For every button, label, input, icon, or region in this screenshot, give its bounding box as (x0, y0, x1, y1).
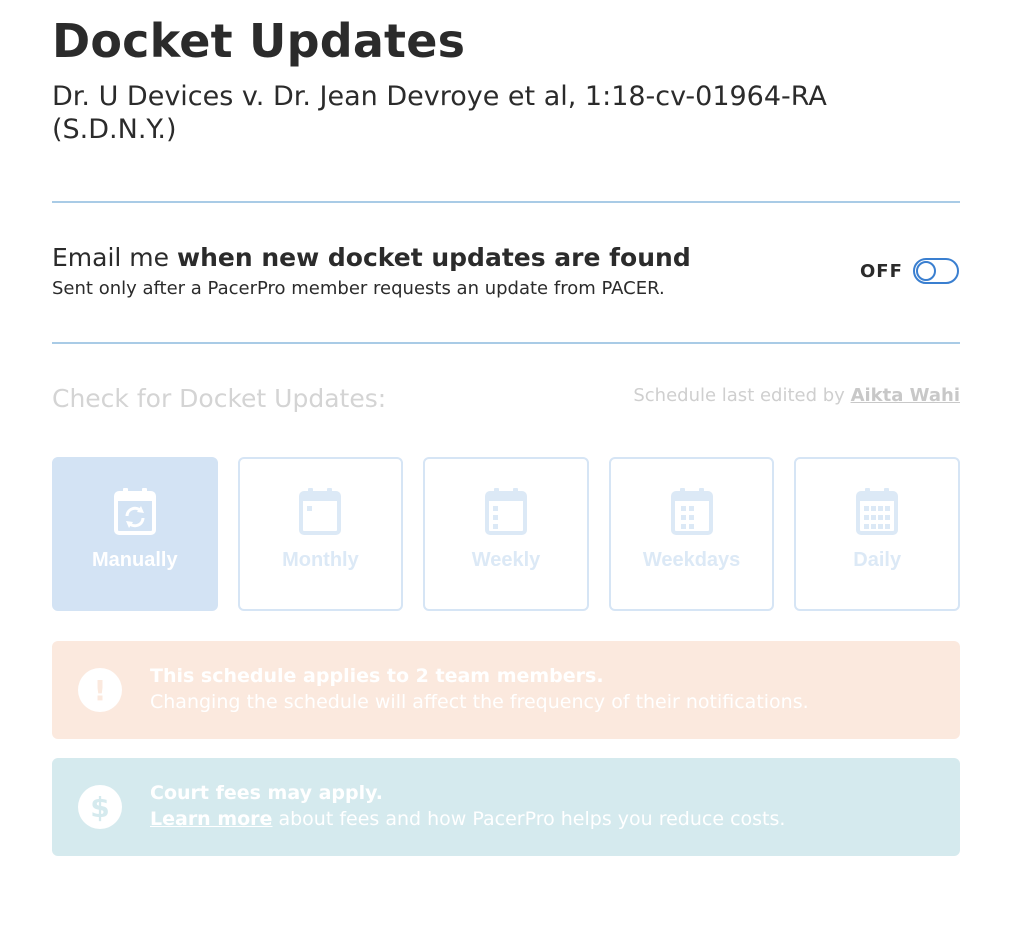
schedule-option-label: Manually (92, 549, 178, 571)
schedule-heading: Check for Docket Updates: (52, 384, 387, 413)
toggle-state-label: OFF (860, 260, 903, 282)
warning-body: Changing the schedule will affect the fr… (150, 691, 809, 713)
page-title: Docket Updates (52, 14, 466, 68)
calendar-weekdays-icon (670, 488, 713, 535)
fees-body: Learn more about fees and how PacerPro h… (150, 808, 786, 830)
dollar-icon: $ (78, 785, 122, 829)
email-setting-description: Sent only after a PacerPro member reques… (52, 278, 665, 299)
schedule-option-daily[interactable]: Daily (794, 457, 960, 611)
warning-title: This schedule applies to 2 team members. (150, 665, 604, 687)
schedule-option-label: Monthly (282, 549, 359, 571)
learn-more-link[interactable]: Learn more (150, 808, 272, 830)
schedule-option-label: Weekdays (642, 549, 741, 571)
calendar-daily-icon (856, 488, 899, 535)
calendar-refresh-icon (113, 488, 156, 535)
schedule-option-monthly[interactable]: Monthly (237, 457, 404, 611)
toggle-knob (915, 261, 936, 281)
court-fees-notice: $ Court fees may apply. Learn more about… (52, 758, 960, 856)
schedule-option-weekly[interactable]: Weekly (423, 457, 589, 611)
divider (52, 342, 960, 344)
schedule-last-edited: Schedule last edited by Aikta Wahi (633, 385, 960, 406)
schedule-option-manually[interactable]: Manually (52, 457, 218, 611)
schedule-option-label: Weekly (471, 549, 541, 571)
schedule-option-label: Daily (853, 549, 902, 571)
email-toggle[interactable] (912, 258, 959, 284)
fees-title: Court fees may apply. (150, 782, 383, 804)
email-setting-label: Email me when new docket updates are fou… (52, 243, 691, 272)
schedule-option-weekdays[interactable]: Weekdays (608, 457, 775, 611)
exclamation-icon: ! (78, 668, 122, 712)
schedule-options: Manually Monthly Weekly Weekdays Daily (52, 457, 960, 611)
case-title: Dr. U Devices v. Dr. Jean Devroye et al,… (52, 81, 827, 145)
team-members-warning: ! This schedule applies to 2 team member… (52, 641, 960, 739)
divider (52, 201, 960, 203)
email-toggle-wrapper: OFF (860, 258, 959, 284)
editor-link[interactable]: Aikta Wahi (851, 385, 960, 406)
calendar-weekly-icon (484, 488, 527, 535)
calendar-monthly-icon (299, 488, 342, 535)
